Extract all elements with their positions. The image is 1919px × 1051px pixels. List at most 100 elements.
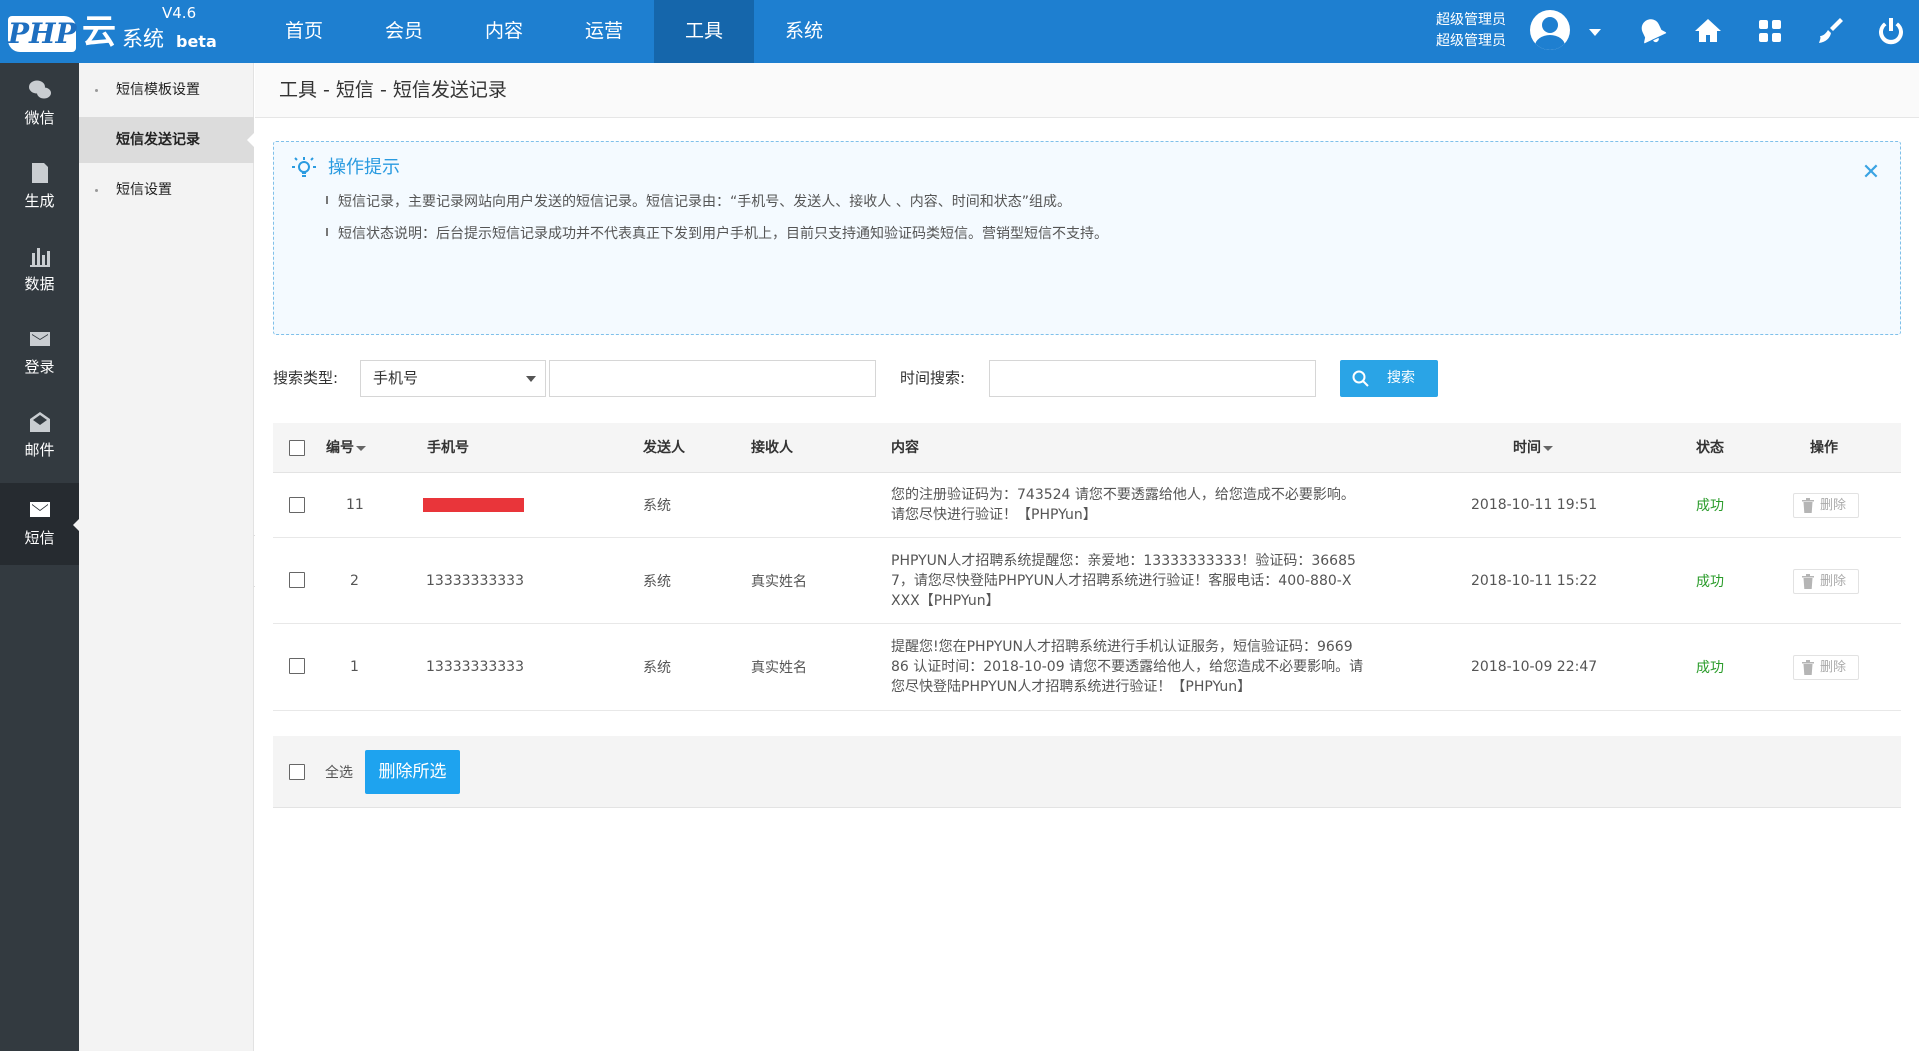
column-header-action: 操作 (1810, 440, 1838, 456)
cell-sender: 系统 (643, 573, 671, 590)
tip-line: 短信状态说明：后台提示短信记录成功并不代表真正下发到用户手机上，目前只支持通知验… (326, 225, 1108, 243)
home-icon[interactable] (1692, 15, 1724, 47)
sms-icon (29, 502, 50, 517)
app-logo[interactable]: PHP 云 系统 beta V4.6 (8, 4, 248, 56)
delete-button[interactable]: 删除 (1793, 655, 1859, 680)
logo-system-text: 系统 (122, 27, 164, 51)
table-row: 11 系统 您的注册验证码为：743524 请您不要透露给他人，给您造成不必要影… (273, 473, 1901, 538)
row-checkbox[interactable] (289, 497, 305, 513)
sidebar-item-generate[interactable]: 生成 (0, 146, 79, 228)
user-role: 超级管理员 (1436, 12, 1506, 28)
cell-time: 2018-10-11 19:51 (1471, 497, 1598, 513)
delete-button[interactable]: 删除 (1793, 569, 1859, 594)
search-keyword-input[interactable] (549, 360, 876, 397)
chevron-down-icon (526, 376, 536, 382)
notification-bell-icon[interactable] (1636, 15, 1668, 47)
column-header-id[interactable]: 编号 (326, 423, 366, 473)
tips-title: 操作提示 (328, 157, 400, 178)
sidebar-item-label: 短信 (24, 529, 55, 547)
sidebar-item-wechat[interactable]: 微信 (0, 63, 79, 145)
topnav-content[interactable]: 内容 (454, 0, 554, 63)
time-search-input[interactable] (989, 360, 1316, 397)
select-all-checkbox[interactable] (289, 440, 305, 456)
column-header-sender: 发送人 (643, 440, 685, 456)
avatar[interactable] (1530, 10, 1570, 50)
column-header-time[interactable]: 时间 (1513, 423, 1553, 473)
cell-phone: 13333333333 (426, 659, 524, 675)
select-all-label[interactable]: 全选 (325, 762, 353, 782)
power-icon[interactable] (1875, 15, 1907, 47)
column-header-phone: 手机号 (427, 440, 469, 456)
sidebar-item-label: 登录 (24, 358, 55, 376)
login-envelope-icon (29, 332, 50, 346)
cell-receiver: 真实姓名 (751, 660, 807, 676)
cell-id: 11 (346, 497, 364, 513)
topnav-operations[interactable]: 运营 (554, 0, 654, 63)
table-row: 2 13333333333 系统 真实姓名 PHPYUN人才招聘系统提醒您：亲爱… (273, 538, 1901, 624)
sidebar-item-label: 邮件 (24, 441, 55, 459)
row-checkbox[interactable] (289, 658, 305, 674)
cell-sender: 系统 (643, 498, 671, 514)
user-name: 超级管理员 (1436, 33, 1506, 49)
status-badge: 成功 (1696, 660, 1724, 676)
status-badge: 成功 (1696, 498, 1724, 514)
cell-content: PHPYUN人才招聘系统提醒您：亲爱地：13333333333！验证码：3668… (891, 552, 1356, 609)
module-sidebar: 微信 生成 数据 登录 邮件 短信 (0, 63, 80, 1051)
bar-chart-icon (29, 248, 50, 267)
trash-icon (1802, 498, 1814, 513)
sub-menu: 短信模板设置 短信发送记录 短信设置 (79, 63, 254, 1051)
mail-icon (29, 412, 50, 432)
generate-icon (31, 163, 48, 183)
submenu-sms-template-settings[interactable]: 短信模板设置 (79, 67, 254, 113)
status-badge: 成功 (1696, 573, 1724, 590)
clear-cache-brush-icon[interactable] (1814, 15, 1846, 47)
topnav-home[interactable]: 首页 (254, 0, 354, 63)
delete-button[interactable]: 删除 (1793, 493, 1859, 518)
lightbulb-icon (290, 154, 318, 182)
table-footer: 全选 删除所选 (273, 736, 1901, 808)
cell-phone: 13333333333 (426, 572, 524, 589)
sidebar-item-data[interactable]: 数据 (0, 229, 79, 311)
sidebar-item-login[interactable]: 登录 (0, 312, 79, 394)
sidebar-item-label: 数据 (24, 275, 55, 293)
search-type-label: 搜索类型: (273, 369, 339, 387)
table-row: 1 13333333333 系统 真实姓名 提醒您!您在PHPYUN人才招聘系统… (273, 624, 1901, 711)
cell-sender: 系统 (643, 660, 671, 676)
topnav-tools[interactable]: 工具 (654, 0, 754, 63)
sidebar-item-sms[interactable]: 短信 (0, 483, 80, 565)
column-header-content: 内容 (891, 440, 919, 456)
search-type-select[interactable]: 手机号 (360, 360, 546, 397)
submenu-sms-settings[interactable]: 短信设置 (79, 167, 254, 213)
column-header-receiver: 接收人 (751, 440, 793, 456)
cell-receiver: 真实姓名 (751, 573, 807, 590)
logo-beta-text: beta (176, 32, 217, 51)
redacted-phone (423, 498, 524, 512)
topnav-members[interactable]: 会员 (354, 0, 454, 63)
breadcrumb-bar: 工具 - 短信 - 短信发送记录 (255, 63, 1919, 118)
apps-grid-icon[interactable] (1754, 15, 1786, 47)
search-icon (1352, 370, 1369, 387)
cell-id: 2 (350, 572, 359, 589)
sort-caret-icon (1543, 445, 1553, 451)
cell-time: 2018-10-11 15:22 (1471, 572, 1598, 589)
operation-tips-panel: 操作提示 ✕ 短信记录，主要记录网站向用户发送的短信记录。短信记录由：“手机号、… (273, 141, 1901, 335)
user-info[interactable]: 超级管理员 超级管理员 (1420, 10, 1506, 52)
topnav-system[interactable]: 系统 (754, 0, 854, 63)
tip-line: 短信记录，主要记录网站向用户发送的短信记录。短信记录由：“手机号、发送人、接收人… (326, 193, 1071, 211)
breadcrumb: 工具 - 短信 - 短信发送记录 (279, 79, 507, 101)
version-label: V4.6 (162, 4, 197, 22)
cell-time: 2018-10-09 22:47 (1471, 659, 1598, 675)
submenu-sms-send-records[interactable]: 短信发送记录 (79, 117, 254, 163)
sidebar-item-mail[interactable]: 邮件 (0, 395, 79, 477)
user-menu-chevron-down-icon[interactable] (1589, 29, 1601, 36)
search-button[interactable]: 搜索 (1340, 360, 1438, 397)
delete-selected-button[interactable]: 删除所选 (365, 750, 460, 794)
row-checkbox[interactable] (289, 572, 305, 588)
trash-icon (1802, 660, 1814, 675)
logo-php-mark: PHP (8, 16, 77, 52)
wechat-icon (28, 80, 51, 99)
search-type-value: 手机号 (373, 369, 419, 387)
top-nav: 首页 会员 内容 运营 工具 系统 (254, 0, 854, 63)
close-icon[interactable]: ✕ (1860, 162, 1882, 184)
footer-select-all-checkbox[interactable] (289, 764, 305, 780)
